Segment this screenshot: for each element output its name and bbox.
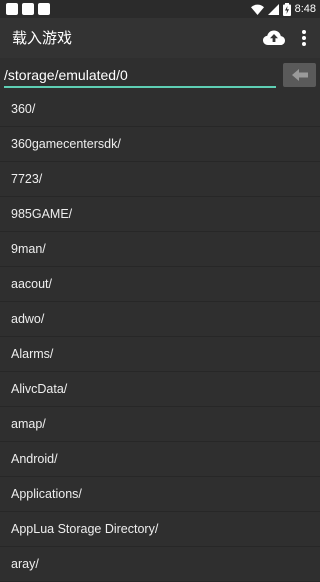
notification-icons (6, 3, 50, 15)
list-item[interactable]: 7723/ (0, 162, 320, 197)
list-item[interactable]: 360gamecentersdk/ (0, 127, 320, 162)
notification-icon (38, 3, 50, 15)
app-bar: 载入游戏 (0, 18, 320, 58)
list-item[interactable]: 985GAME/ (0, 197, 320, 232)
cloud-upload-icon (263, 30, 285, 45)
arrow-left-icon (292, 69, 308, 81)
parent-directory-button[interactable] (283, 63, 316, 87)
status-icons: 8:48 (250, 2, 316, 16)
notification-icon (6, 3, 18, 15)
page-title: 载入游戏 (12, 29, 73, 47)
list-item[interactable]: aray/ (0, 547, 320, 582)
list-item[interactable]: 360/ (0, 92, 320, 127)
list-item[interactable]: amap/ (0, 407, 320, 442)
status-bar: 8:48 (0, 0, 320, 18)
path-input[interactable] (4, 64, 276, 88)
list-item[interactable]: Applications/ (0, 477, 320, 512)
list-item[interactable]: AppLua Storage Directory/ (0, 512, 320, 547)
list-item[interactable]: Alarms/ (0, 337, 320, 372)
list-item[interactable]: Android/ (0, 442, 320, 477)
notification-icon (22, 3, 34, 15)
list-item[interactable]: AlivcData/ (0, 372, 320, 407)
more-vert-icon (302, 30, 306, 46)
list-item[interactable]: adwo/ (0, 302, 320, 337)
battery-charging-icon (282, 2, 291, 16)
list-item[interactable]: aacout/ (0, 267, 320, 302)
directory-list: 360/360gamecentersdk/7723/985GAME/9man/a… (0, 92, 320, 582)
path-bar (0, 58, 320, 92)
list-item[interactable]: 9man/ (0, 232, 320, 267)
wifi-icon (250, 4, 264, 15)
overflow-menu-button[interactable] (296, 26, 312, 50)
upload-button[interactable] (262, 27, 286, 49)
clock: 8:48 (294, 3, 316, 15)
signal-icon (267, 3, 279, 15)
